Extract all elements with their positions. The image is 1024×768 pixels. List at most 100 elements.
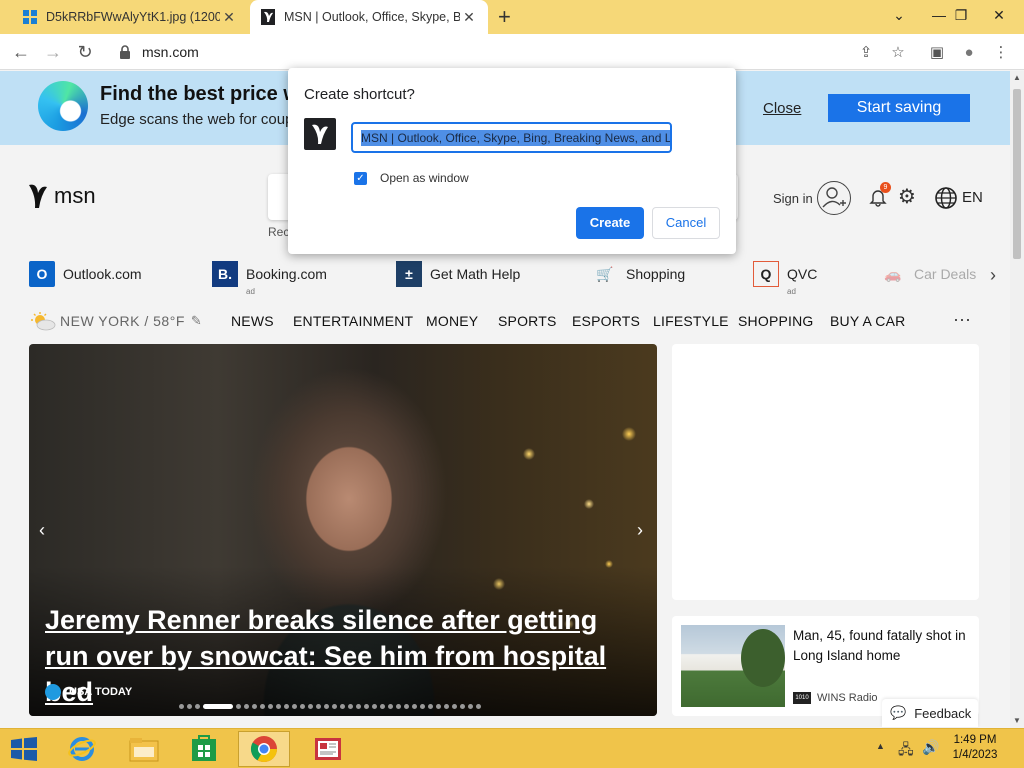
close-window-button[interactable]: ✕ (978, 0, 1020, 30)
nav-money[interactable]: MONEY (426, 313, 478, 329)
search-hint-text: Rec (268, 225, 290, 239)
ad-label: ad (787, 287, 796, 296)
quicklink-car-deals[interactable]: 🚗 Car Deals (880, 261, 976, 287)
open-as-window-checkbox[interactable]: ✓ (354, 172, 367, 185)
share-icon[interactable]: ⇪ (855, 42, 877, 64)
banner-title: Find the best price w (100, 83, 299, 105)
system-clock[interactable]: 1:49 PM 1/4/2023 (940, 733, 1010, 763)
shortcut-name-input[interactable]: MSN | Outlook, Office, Skype, Bing, Brea… (351, 122, 672, 153)
ad-label: ad (246, 287, 255, 296)
news-headline[interactable]: Man, 45, found fatally shot in Long Isla… (793, 626, 973, 666)
store-icon[interactable] (178, 731, 230, 767)
create-shortcut-dialog: Create shortcut? MSN | Outlook, Office, … (288, 68, 736, 254)
pencil-icon[interactable]: ✎ (191, 313, 202, 329)
quicklink-math[interactable]: ± Get Math Help (396, 261, 520, 287)
chevron-left-icon[interactable]: ‹ (39, 520, 45, 541)
network-icon[interactable]: 🖧 (898, 739, 914, 763)
chrome-icon[interactable] (238, 731, 290, 767)
feedback-button[interactable]: 💬 Feedback (882, 699, 978, 727)
sign-in-link[interactable]: Sign in (773, 191, 813, 206)
nav-news[interactable]: NEWS (231, 313, 274, 329)
start-button-icon[interactable] (10, 737, 38, 761)
quicklink-label: QVC (787, 266, 818, 282)
quicklink-booking[interactable]: B. Booking.com ad (212, 261, 327, 296)
nav-sports[interactable]: SPORTS (498, 313, 557, 329)
wins-radio-logo-icon: 1010 WINS (793, 692, 811, 713)
quick-links: O Outlook.com B. Booking.com ad ± Get Ma… (0, 257, 1010, 297)
restore-button[interactable]: ❐ (940, 0, 982, 30)
quicklink-qvc[interactable]: Q QVC ad (753, 261, 818, 296)
msn-logo[interactable]: msn (28, 183, 96, 209)
tab-image[interactable]: D5kRRbFWwAlyYtK1.jpg (1200×8 ✕ (12, 0, 248, 34)
scrollbar-thumb[interactable] (1013, 89, 1021, 259)
quicklink-label: Outlook.com (63, 266, 142, 282)
quicklink-label: Booking.com (246, 266, 327, 282)
forward-button[interactable]: → (42, 42, 64, 64)
cancel-button[interactable]: Cancel (652, 207, 720, 239)
nav-esports[interactable]: ESPORTS (572, 313, 640, 329)
reload-button[interactable]: ↻ (74, 42, 96, 64)
nav-shopping[interactable]: SHOPPING (738, 313, 814, 329)
chevron-right-icon[interactable]: › (637, 520, 643, 541)
profile-icon[interactable]: ● (958, 42, 980, 64)
hero-carousel[interactable]: ‹ › Jeremy Renner breaks silence after g… (29, 344, 657, 716)
volume-icon[interactable]: 🔊 (922, 739, 939, 756)
checkbox-label[interactable]: Open as window (380, 171, 469, 185)
reader-icon[interactable] (302, 731, 354, 767)
create-button[interactable]: Create (576, 207, 644, 239)
globe-icon[interactable] (934, 186, 958, 210)
calculator-icon: ± (396, 261, 422, 287)
nav-lifestyle[interactable]: LIFESTYLE (653, 313, 729, 329)
msn-wordmark: msn (54, 183, 96, 208)
quicklink-label: Get Math Help (430, 266, 521, 282)
banner-close-link[interactable]: Close (763, 100, 801, 117)
usa-today-icon (45, 684, 61, 700)
hero-source-name: USA TODAY (69, 686, 133, 698)
partly-sunny-icon (31, 312, 56, 331)
nav-buy-a-car[interactable]: BUY A CAR (830, 313, 905, 329)
tab-title: MSN | Outlook, Office, Skype, Bin (284, 10, 460, 24)
tab-search-icon[interactable]: ⌄ (878, 0, 920, 30)
more-icon[interactable]: ··· (953, 309, 971, 330)
feedback-label: Feedback (914, 705, 972, 721)
star-icon[interactable]: ☆ (887, 42, 909, 64)
weather-widget[interactable]: NEW YORK / 58°F ✎ (30, 311, 202, 331)
carousel-dots[interactable] (179, 704, 481, 709)
url-text: msn.com (142, 44, 199, 60)
sidepanel-icon[interactable]: ▣ (926, 42, 948, 64)
selected-text: MSN | Outlook, Office, Skype, Bing, Brea… (361, 129, 670, 146)
quicklink-outlook[interactable]: O Outlook.com (29, 261, 142, 287)
close-tab-icon[interactable]: ✕ (460, 9, 478, 26)
news-source: WINS Radio (817, 692, 878, 704)
news-thumbnail (681, 625, 785, 707)
avatar[interactable] (817, 181, 851, 215)
weather-text: NEW YORK / 58°F (60, 313, 185, 329)
edge-logo-icon (38, 81, 88, 131)
address-bar[interactable]: msn.com (108, 38, 918, 66)
hero-source: USA TODAY (45, 684, 132, 700)
kebab-icon[interactable]: ⋮ (990, 42, 1012, 64)
gear-icon[interactable]: ⚙ (898, 186, 920, 208)
back-button[interactable]: ← (10, 42, 32, 64)
car-icon: 🚗 (884, 265, 902, 282)
tab-msn[interactable]: MSN | Outlook, Office, Skype, Bin ✕ (250, 0, 488, 34)
chevron-right-icon[interactable]: › (990, 265, 996, 286)
hero-headline[interactable]: Jeremy Renner breaks silence after getti… (45, 602, 645, 710)
scroll-down-icon[interactable]: ▼ (1010, 714, 1024, 728)
chat-icon: 💬 (890, 705, 907, 720)
scroll-up-icon[interactable]: ▲ (1010, 71, 1024, 85)
qvc-icon: Q (753, 261, 779, 287)
quicklink-shopping[interactable]: 🛒 Shopping (592, 261, 685, 287)
close-tab-icon[interactable]: ✕ (220, 9, 238, 26)
new-tab-button[interactable]: + (498, 6, 511, 28)
start-saving-button[interactable]: Start saving (828, 94, 970, 122)
file-explorer-icon[interactable] (118, 731, 170, 767)
language-selector[interactable]: EN (962, 189, 983, 206)
windows-icon (22, 9, 38, 25)
tray-chevron-icon[interactable]: ▲ (876, 741, 885, 751)
nav-entertainment[interactable]: ENTERTAINMENT (293, 313, 413, 329)
page-scrollbar[interactable]: ▲ ▼ (1010, 71, 1024, 728)
outlook-icon: O (29, 261, 55, 287)
internet-explorer-icon[interactable] (56, 731, 108, 767)
msn-butterfly-icon (29, 184, 47, 208)
